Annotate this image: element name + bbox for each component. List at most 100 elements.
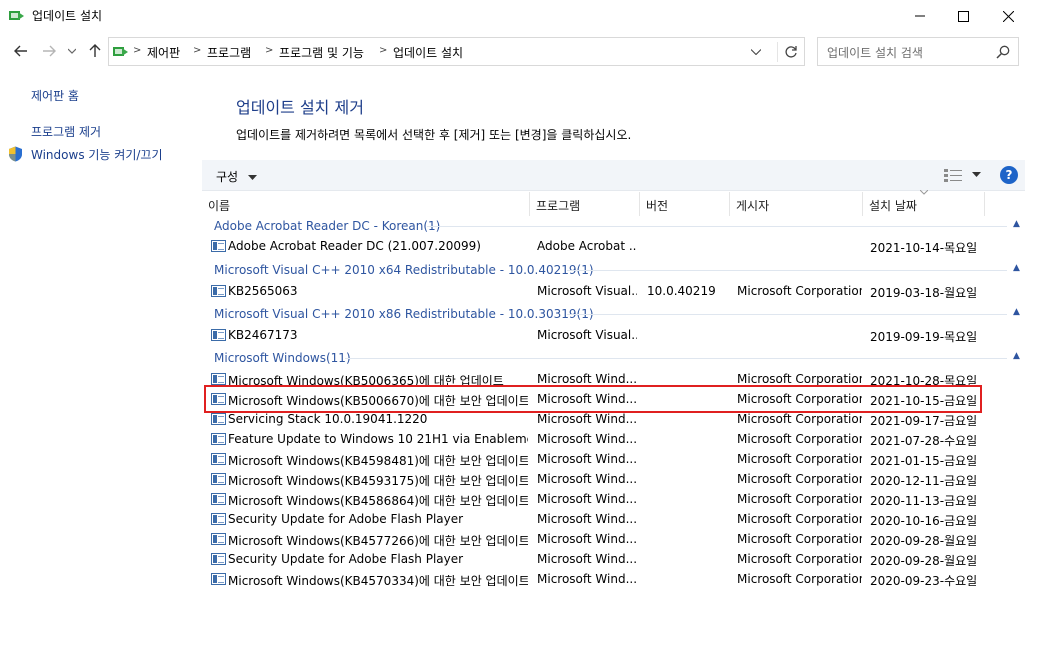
- control-panel-icon: [113, 47, 128, 56]
- update-publisher: Microsoft Corporation: [737, 572, 862, 586]
- update-install-date: 2019-09-19-목요일: [870, 330, 978, 344]
- breadcrumb-separator-icon[interactable]: >: [379, 45, 387, 56]
- update-program: Microsoft Wind...: [537, 412, 637, 426]
- update-row[interactable]: Security Update for Adobe Flash Player M…: [208, 509, 984, 529]
- command-bar: 구성 ?: [202, 160, 1025, 191]
- update-icon: [211, 553, 226, 565]
- update-row[interactable]: Security Update for Adobe Flash Player M…: [208, 549, 984, 569]
- update-install-date: 2020-09-28-월요일: [870, 534, 978, 548]
- update-row[interactable]: Feature Update to Windows 10 21H1 via En…: [208, 429, 984, 449]
- update-install-date: 2021-07-28-수요일: [870, 434, 978, 448]
- breadcrumb-control-panel[interactable]: 제어판: [147, 44, 180, 61]
- update-name: Microsoft Windows(KB4586864)에 대한 보안 업데이트: [228, 494, 528, 508]
- up-button[interactable]: [86, 42, 104, 60]
- title-bar: 업데이트 설치: [0, 0, 1038, 32]
- group-collapse-icon[interactable]: ▲: [1013, 219, 1020, 229]
- breadcrumb-separator-icon[interactable]: >: [133, 45, 141, 56]
- group-header-vc-x86[interactable]: Microsoft Visual C++ 2010 x86 Redistribu…: [214, 307, 594, 327]
- update-icon: [211, 493, 226, 505]
- update-version: 10.0.40219: [647, 284, 716, 298]
- arrow-right-icon: [43, 45, 56, 57]
- update-publisher: Microsoft Corporation: [737, 432, 862, 446]
- view-options-icon[interactable]: [944, 169, 962, 182]
- column-header-name[interactable]: 이름: [202, 192, 530, 216]
- update-program: Microsoft Wind...: [537, 552, 637, 566]
- close-button[interactable]: [985, 0, 1031, 32]
- forward-button[interactable]: [40, 42, 58, 60]
- refresh-button[interactable]: [777, 42, 803, 62]
- update-program: Microsoft Wind...: [537, 452, 637, 466]
- update-name: Feature Update to Windows 10 21H1 via En…: [228, 432, 528, 446]
- update-name: Security Update for Adobe Flash Player: [228, 512, 464, 526]
- update-install-date: 2020-09-28-월요일: [870, 554, 978, 568]
- control-panel-home-link[interactable]: 제어판 홈: [31, 87, 79, 104]
- update-name: Microsoft Windows(KB4593175)에 대한 보안 업데이트: [228, 474, 528, 488]
- update-name: Microsoft Windows(KB4570334)에 대한 보안 업데이트: [228, 574, 528, 588]
- update-program: Microsoft Visual...: [537, 284, 637, 298]
- update-publisher: Microsoft Corporation: [737, 552, 862, 566]
- update-icon: [211, 240, 226, 252]
- update-icon: [211, 413, 226, 425]
- update-icon: [211, 473, 226, 485]
- window-title: 업데이트 설치: [32, 9, 103, 23]
- address-history-button[interactable]: [747, 43, 765, 61]
- back-button[interactable]: [12, 42, 30, 60]
- update-program: Microsoft Visual...: [537, 328, 637, 342]
- page-description: 업데이트를 제거하려면 목록에서 선택한 후 [제거] 또는 [변경]을 클릭하…: [236, 128, 632, 142]
- search-input[interactable]: 업데이트 설치 검색: [827, 44, 923, 61]
- breadcrumb-programs-features[interactable]: 프로그램 및 기능: [279, 44, 364, 61]
- update-publisher: Microsoft Corporation: [737, 512, 862, 526]
- update-row[interactable]: Microsoft Windows(KB4586864)에 대한 보안 업데이트…: [208, 489, 984, 509]
- minimize-icon: [915, 15, 925, 17]
- search-icon: [996, 45, 1010, 59]
- update-row[interactable]: Microsoft Windows(KB4593175)에 대한 보안 업데이트…: [208, 469, 984, 489]
- maximize-button[interactable]: [940, 0, 986, 32]
- column-header-installed-on[interactable]: 설치 날짜: [863, 192, 985, 216]
- column-header-program[interactable]: 프로그램: [530, 192, 640, 216]
- breadcrumb-separator-icon[interactable]: >: [265, 45, 273, 56]
- update-program: Microsoft Wind...: [537, 572, 637, 586]
- windows-features-link[interactable]: Windows 기능 켜기/끄기: [31, 146, 162, 163]
- group-collapse-icon[interactable]: ▲: [1013, 263, 1020, 273]
- column-header-version[interactable]: 버전: [640, 192, 730, 216]
- help-button[interactable]: ?: [1000, 166, 1018, 184]
- uninstall-program-link[interactable]: 프로그램 제거: [31, 123, 101, 140]
- address-bar[interactable]: > 제어판 > 프로그램 > 프로그램 및 기능 > 업데이트 설치: [108, 37, 805, 66]
- breadcrumb-separator-icon[interactable]: >: [193, 45, 201, 56]
- update-icon: [211, 433, 226, 445]
- breadcrumb-installed-updates[interactable]: 업데이트 설치: [393, 44, 463, 61]
- update-row[interactable]: Microsoft Windows(KB4570334)에 대한 보안 업데이트…: [208, 569, 984, 589]
- sort-indicator-icon: [920, 190, 928, 195]
- update-program: Microsoft Wind...: [537, 432, 637, 446]
- maximize-icon: [957, 10, 969, 22]
- group-collapse-icon[interactable]: ▲: [1013, 351, 1020, 361]
- recent-locations-button[interactable]: [66, 42, 78, 60]
- page-title: 업데이트 설치 제거: [236, 98, 364, 117]
- update-publisher: Microsoft Corporation: [737, 492, 862, 506]
- organize-label: 구성: [216, 170, 239, 184]
- organize-button[interactable]: 구성: [216, 168, 257, 185]
- view-dropdown-icon[interactable]: [972, 169, 981, 181]
- tasks-pane: 제어판 홈 프로그램 제거 Windows 기능 켜기/끄기: [0, 70, 200, 659]
- update-row[interactable]: Microsoft Windows(KB4598481)에 대한 보안 업데이트…: [208, 449, 984, 469]
- update-row[interactable]: KB2565063 Microsoft Visual... 10.0.40219…: [208, 281, 984, 301]
- group-header-microsoft-windows[interactable]: Microsoft Windows(11): [214, 351, 351, 371]
- navigation-bar: > 제어판 > 프로그램 > 프로그램 및 기능 > 업데이트 설치 업데이트 …: [0, 34, 1038, 68]
- group-header-vc-x64[interactable]: Microsoft Visual C++ 2010 x64 Redistribu…: [214, 263, 594, 283]
- update-program: Microsoft Wind...: [537, 472, 637, 486]
- update-icon: [211, 533, 226, 545]
- minimize-button[interactable]: [897, 0, 943, 32]
- selection-highlight-box: [204, 385, 982, 413]
- update-publisher: Microsoft Corporation: [737, 452, 862, 466]
- close-icon: [1002, 10, 1014, 22]
- update-program: Microsoft Wind...: [537, 372, 637, 386]
- update-row[interactable]: KB2467173 Microsoft Visual... 2019-09-19…: [208, 325, 984, 345]
- update-row[interactable]: Adobe Acrobat Reader DC (21.007.20099) A…: [208, 236, 984, 256]
- refresh-icon: [784, 46, 797, 58]
- update-row[interactable]: Microsoft Windows(KB4577266)에 대한 보안 업데이트…: [208, 529, 984, 549]
- breadcrumb-programs[interactable]: 프로그램: [207, 44, 251, 61]
- search-box[interactable]: 업데이트 설치 검색: [817, 37, 1019, 66]
- group-collapse-icon[interactable]: ▲: [1013, 307, 1020, 317]
- column-header-publisher[interactable]: 게시자: [730, 192, 863, 216]
- update-name: KB2467173: [228, 328, 298, 342]
